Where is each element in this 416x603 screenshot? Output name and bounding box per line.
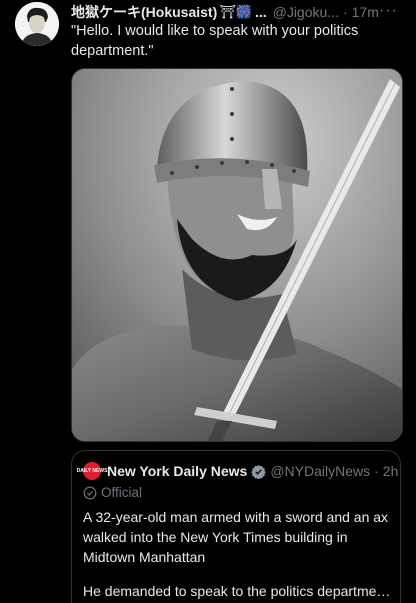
author-name[interactable]: 地獄ケーキ(Hokusaist) <box>71 2 217 22</box>
verified-badge-icon <box>251 464 267 479</box>
logo-text: DAILY NEWS <box>76 467 108 474</box>
tweet-text: "Hello. I would like to speak with your … <box>71 23 359 59</box>
helmeted-warrior-photo <box>72 69 402 441</box>
quote-header: DAILY NEWS New York Daily News @NYDailyN… <box>77 462 399 480</box>
official-check-icon <box>83 486 97 499</box>
quote-text: A 32-year-old man armed with a sword and… <box>83 509 389 565</box>
author-avatar[interactable] <box>15 2 59 46</box>
nydailynews-logo[interactable]: DAILY NEWS <box>77 462 107 480</box>
name-ellipsis: ... <box>254 4 267 20</box>
quote-text-continued: He demanded to speak to the politics dep… <box>83 583 393 599</box>
more-options-icon[interactable]: ··· <box>379 2 398 20</box>
author-emoji: ⛩🎆 <box>219 4 252 19</box>
tweet-media[interactable] <box>71 68 403 442</box>
tweet-header: 地獄ケーキ(Hokusaist) ⛩🎆 ... @Jigoku... · 17m <box>71 2 406 22</box>
quote-author-name[interactable]: New York Daily News <box>107 463 247 479</box>
header-separator: · <box>342 4 348 20</box>
avatar-portrait-icon <box>15 2 59 46</box>
author-handle[interactable]: @Jigoku... <box>273 4 339 20</box>
quoted-tweet[interactable]: DAILY NEWS New York Daily News @NYDailyN… <box>71 450 401 603</box>
tweet-time[interactable]: 17m <box>352 4 379 20</box>
official-label-text: Official <box>101 485 143 500</box>
quote-separator: · <box>374 463 379 479</box>
quote-time[interactable]: 2h <box>383 463 399 479</box>
quote-author-handle[interactable]: @NYDailyNews <box>270 463 370 479</box>
official-label: Official <box>83 485 142 500</box>
